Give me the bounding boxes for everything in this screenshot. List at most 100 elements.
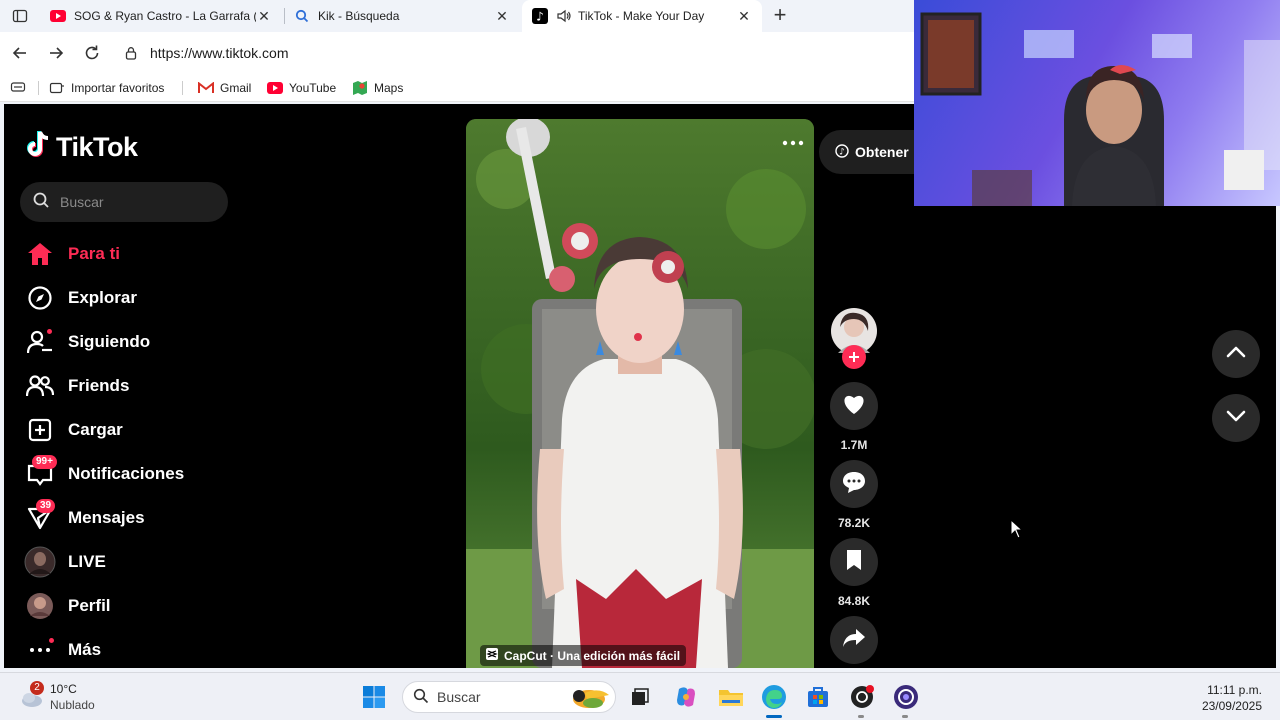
video-caption: CapCut · Una edición más fácil bbox=[504, 648, 681, 663]
compass-icon bbox=[24, 282, 56, 314]
like-button[interactable] bbox=[830, 382, 878, 430]
nav-live[interactable]: LIVE bbox=[24, 544, 106, 580]
tab-kik-search[interactable]: Kik - Búsqueda ✕ bbox=[284, 0, 520, 32]
edge-icon[interactable] bbox=[760, 683, 788, 718]
weather-temp: 10°C bbox=[50, 682, 77, 696]
taskbar: 2 10°C Nublado Buscar 11:11 p.m. 23/09/2… bbox=[0, 672, 1280, 720]
bookmark-import-favorites[interactable]: Importar favoritos bbox=[49, 80, 164, 96]
toucan-icon bbox=[565, 683, 611, 714]
speaker-icon[interactable] bbox=[556, 8, 572, 24]
system-clock[interactable]: 11:11 p.m. 23/09/2025 bbox=[1202, 682, 1262, 714]
brand-name: TikTok bbox=[56, 132, 138, 162]
nav-label: Cargar bbox=[68, 420, 123, 439]
url-field[interactable]: https://www.tiktok.com bbox=[150, 45, 288, 61]
comment-action[interactable]: 78.2K bbox=[830, 460, 878, 530]
previous-video-button[interactable] bbox=[1212, 330, 1260, 378]
clock-time: 11:11 p.m. bbox=[1207, 683, 1262, 697]
upload-icon bbox=[24, 414, 56, 446]
bookmark-label: Maps bbox=[374, 81, 404, 95]
new-tab-button[interactable]: + bbox=[770, 4, 790, 28]
friends-icon bbox=[24, 370, 56, 402]
close-icon[interactable]: ✕ bbox=[736, 8, 752, 25]
microsoft-store-icon[interactable] bbox=[804, 683, 832, 711]
follow-button[interactable] bbox=[842, 345, 866, 369]
forward-button[interactable] bbox=[45, 42, 67, 64]
chevron-up-icon bbox=[1226, 345, 1246, 363]
search-icon bbox=[32, 191, 50, 214]
inbox-icon: 99+ bbox=[24, 455, 57, 490]
weather-desc: Nublado bbox=[50, 698, 95, 712]
video-player[interactable]: CapCut · Una edición más fácil bbox=[466, 119, 814, 668]
close-icon[interactable]: ✕ bbox=[494, 8, 510, 25]
bookmark-maps[interactable]: Maps bbox=[352, 80, 403, 96]
obs-icon[interactable] bbox=[892, 683, 920, 718]
tiktok-logo[interactable]: TikTok bbox=[26, 130, 138, 165]
import-icon bbox=[49, 80, 65, 96]
nav-notificaciones[interactable]: 99+ Notificaciones bbox=[24, 455, 185, 492]
active-app-indicator bbox=[766, 715, 782, 718]
nav-para-ti[interactable]: Para ti bbox=[24, 236, 120, 272]
file-explorer-icon[interactable] bbox=[717, 683, 745, 711]
nav-friends[interactable]: Friends bbox=[24, 368, 129, 404]
nav-cargar[interactable]: Cargar bbox=[24, 412, 123, 448]
like-count: 1.7M bbox=[840, 438, 868, 452]
video-more-icon[interactable] bbox=[782, 133, 804, 151]
copilot-icon[interactable] bbox=[672, 683, 700, 711]
share-icon bbox=[842, 628, 866, 653]
lock-icon[interactable] bbox=[124, 46, 138, 60]
youtube-icon bbox=[267, 80, 283, 96]
windows-start-icon[interactable] bbox=[360, 683, 388, 711]
search-input[interactable] bbox=[60, 194, 210, 210]
tab-title: Kik - Búsqueda bbox=[318, 9, 400, 23]
nav-explorar[interactable]: Explorar bbox=[24, 280, 137, 316]
video-frame bbox=[466, 119, 814, 668]
bookmark-gmail[interactable]: Gmail bbox=[198, 80, 251, 96]
weather-icon: 2 bbox=[18, 681, 46, 711]
capcut-label[interactable]: CapCut · Una edición más fácil bbox=[480, 645, 687, 666]
nav-label: Notificaciones bbox=[68, 464, 185, 483]
nav-mensajes[interactable]: 39 Mensajes bbox=[24, 499, 145, 536]
webcam-overlay bbox=[914, 0, 1280, 206]
close-icon[interactable]: ✕ bbox=[256, 8, 272, 25]
next-video-button[interactable] bbox=[1212, 394, 1260, 442]
reload-button[interactable] bbox=[81, 42, 103, 64]
creator-avatar[interactable] bbox=[830, 307, 878, 369]
task-view-icon[interactable] bbox=[626, 683, 654, 711]
tab-actions-icon[interactable] bbox=[12, 8, 28, 24]
nav-mas[interactable]: Más bbox=[24, 632, 101, 668]
live-avatar bbox=[24, 546, 56, 578]
search-icon bbox=[294, 8, 310, 24]
weather-widget[interactable]: 2 10°C Nublado bbox=[18, 681, 95, 713]
bookmark-label: YouTube bbox=[289, 81, 337, 95]
nav-siguiendo[interactable]: Siguiendo bbox=[24, 324, 150, 360]
comment-count: 78.2K bbox=[837, 516, 871, 530]
back-button[interactable] bbox=[9, 42, 31, 64]
nav-label: Para ti bbox=[68, 244, 120, 263]
save-button[interactable] bbox=[830, 538, 878, 586]
tab-title: SOG & Ryan Castro - La Garrafa (Of bbox=[74, 9, 256, 23]
search-box[interactable] bbox=[20, 182, 228, 222]
chatgpt-icon[interactable] bbox=[848, 683, 876, 718]
chevron-down-icon bbox=[1226, 409, 1246, 427]
tab-youtube[interactable]: SOG & Ryan Castro - La Garrafa (Of ✕ bbox=[40, 0, 282, 32]
mouse-cursor-icon bbox=[1010, 518, 1024, 544]
heart-icon bbox=[842, 393, 866, 420]
notification-badge: 99+ bbox=[32, 455, 57, 469]
svg-text:♪: ♪ bbox=[839, 147, 845, 157]
bookmark-icon bbox=[845, 549, 863, 576]
notification-dot bbox=[47, 329, 52, 334]
nav-label: Friends bbox=[68, 376, 130, 395]
share-action[interactable] bbox=[830, 616, 878, 664]
share-button[interactable] bbox=[830, 616, 878, 664]
taskbar-search[interactable]: Buscar bbox=[402, 681, 616, 713]
nav-perfil[interactable]: Perfil bbox=[24, 588, 111, 624]
reading-list-icon[interactable] bbox=[10, 80, 26, 94]
comment-button[interactable] bbox=[830, 460, 878, 508]
like-action[interactable]: 1.7M bbox=[830, 382, 878, 452]
tab-tiktok[interactable]: ♪ TikTok - Make Your Day ✕ bbox=[522, 0, 762, 32]
more-icon bbox=[24, 634, 56, 666]
save-action[interactable]: 84.8K bbox=[830, 538, 878, 608]
bookmark-divider bbox=[182, 81, 183, 95]
maps-icon bbox=[352, 80, 368, 96]
bookmark-youtube[interactable]: YouTube bbox=[267, 80, 336, 96]
